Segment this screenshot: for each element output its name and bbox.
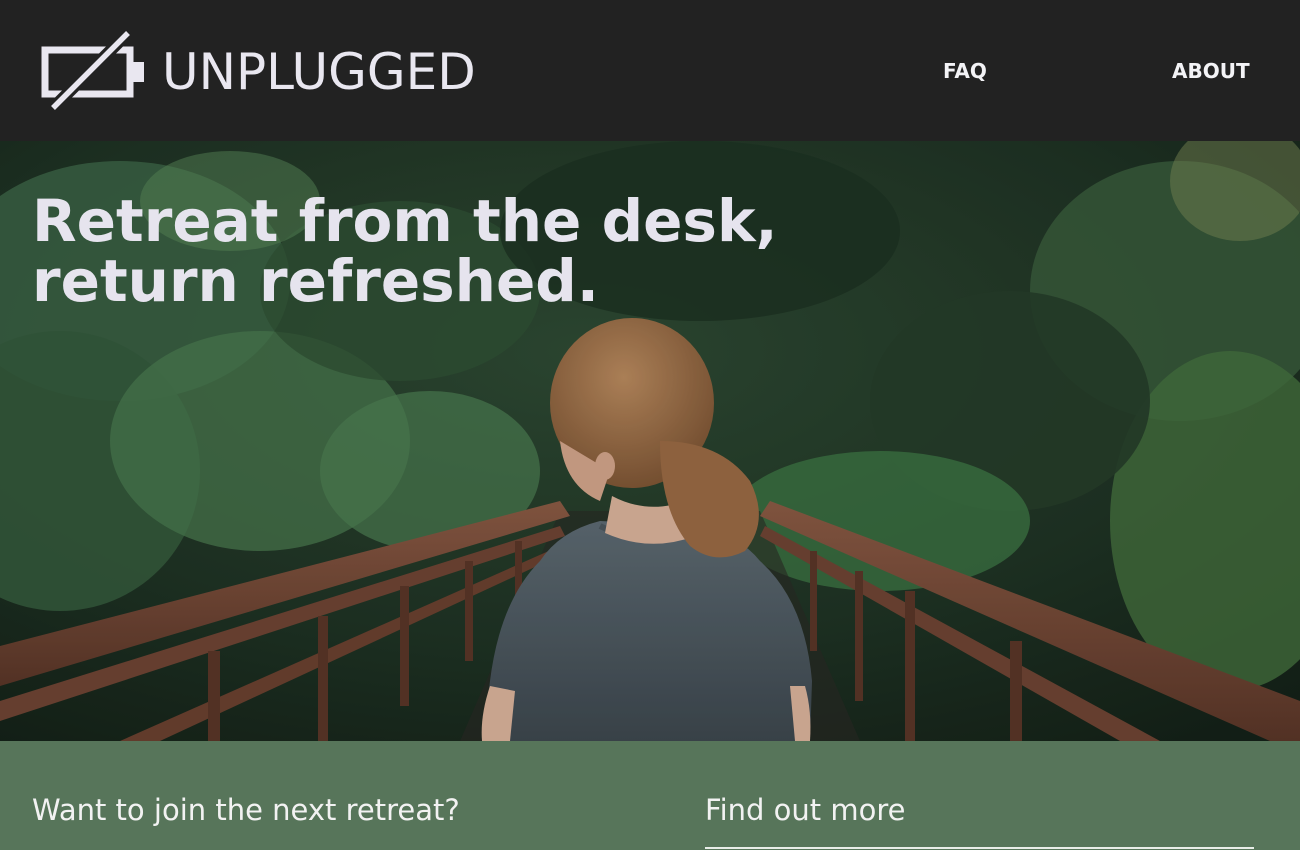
site-header: UNPLUGGED FAQ ABOUT <box>0 0 1300 141</box>
hero-section: Retreat from the desk, return refreshed. <box>0 141 1300 741</box>
join-retreat-heading: Want to join the next retreat? <box>32 793 460 827</box>
brand-logo[interactable]: UNPLUGGED <box>40 28 476 114</box>
nav-about-link[interactable]: ABOUT <box>1172 59 1250 83</box>
battery-slash-icon <box>41 28 144 113</box>
signup-band: Want to join the next retreat? Find out … <box>0 741 1300 850</box>
hero-headline: Retreat from the desk, return refreshed. <box>32 187 778 315</box>
nav-faq-link[interactable]: FAQ <box>943 59 987 83</box>
brand-name: UNPLUGGED <box>162 43 476 101</box>
find-out-more-heading: Find out more <box>705 793 906 827</box>
divider-line <box>705 847 1254 849</box>
